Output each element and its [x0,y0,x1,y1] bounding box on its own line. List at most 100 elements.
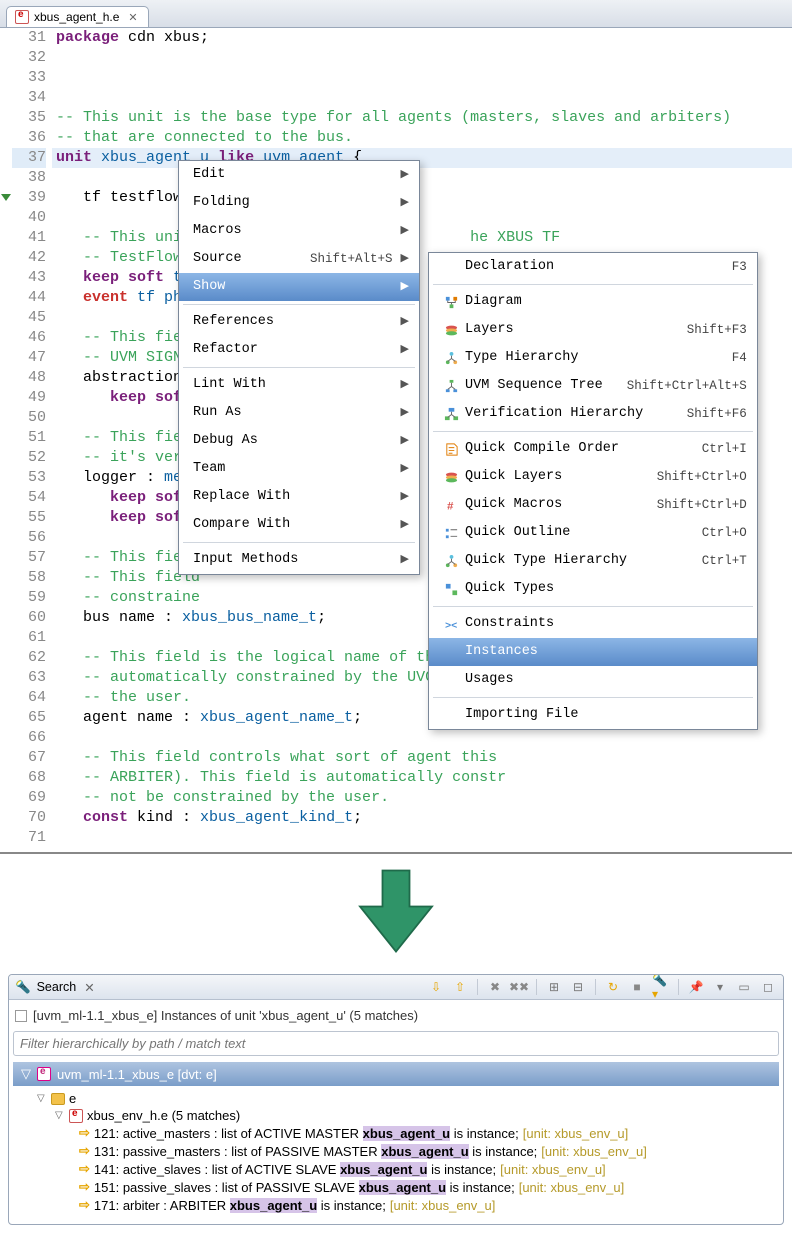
qtypes-icon [443,581,459,597]
seqtree-icon [443,378,459,394]
minimize-icon[interactable]: ▭ [735,978,753,996]
menu-item-macros[interactable]: Macros▶ [179,217,419,245]
search-toolbar: 🔦 Search ✕ ⇩ ⇧ ✖ ✖✖ ⊞ ⊟ ↻ ■ 🔦▾ 📌 ▾ ▭ ◻ [9,975,783,1000]
prev-match-icon[interactable]: ⇩ [427,978,445,996]
project-header[interactable]: ▽ uvm_ml-1.1_xbus_e [dvt: e] [13,1062,779,1086]
tab-filename: xbus_agent_h.e [34,10,119,24]
editor-tab-bar: xbus_agent_h.e ✕ [0,0,792,28]
change-marker-icon [1,194,11,201]
menu-item-folding[interactable]: Folding▶ [179,189,419,217]
menu-item-references[interactable]: References▶ [179,308,419,336]
file-label: xbus_env_h.e (5 matches) [87,1108,240,1123]
menu-item-team[interactable]: Team▶ [179,455,419,483]
close-icon[interactable]: ✕ [128,11,137,24]
diagram-icon [443,294,459,310]
context-menu[interactable]: Edit▶Folding▶Macros▶SourceShift+Alt+S▶Sh… [178,160,420,575]
search-match-row[interactable]: ⇨ 131: passive_masters : list of PASSIVE… [19,1142,779,1160]
code-editor[interactable]: 3132333435363738394041424344454647484950… [0,28,792,854]
svg-text:><: >< [444,620,456,632]
stop-icon[interactable]: ■ [628,978,646,996]
match-arrow-icon: ⇨ [79,1125,90,1141]
submenu-item-constraints[interactable]: ><Constraints [429,610,757,638]
twisty-icon[interactable]: ▽ [55,1110,65,1121]
submenu-item-verification-hierarchy[interactable]: Verification HierarchyShift+F6 [429,400,757,428]
menu-item-edit[interactable]: Edit▶ [179,161,419,189]
menu-item-debug-as[interactable]: Debug As▶ [179,427,419,455]
flow-arrow-icon [0,854,792,974]
menu-item-source[interactable]: SourceShift+Alt+S▶ [179,245,419,273]
submenu-item-quick-types[interactable]: Quick Types [429,575,757,603]
submenu-item-declaration[interactable]: DeclarationF3 [429,253,757,281]
verh-icon [443,406,459,422]
next-match-icon[interactable]: ⇧ [451,978,469,996]
search-filter-input[interactable] [13,1031,779,1056]
expand-all-icon[interactable]: ⊞ [545,978,563,996]
svg-text:#: # [446,501,453,513]
view-menu-icon[interactable]: ▾ [711,978,729,996]
submenu-item-quick-macros[interactable]: #Quick MacrosShift+Ctrl+D [429,491,757,519]
search-icon: 🔦 [15,980,31,995]
submenu-item-quick-outline[interactable]: Quick OutlineCtrl+O [429,519,757,547]
e-file-icon [15,10,29,24]
remove-all-icon[interactable]: ✖✖ [510,978,528,996]
submenu-item-diagram[interactable]: Diagram [429,288,757,316]
typeh-icon [443,350,459,366]
twisty-icon[interactable]: ▽ [37,1093,47,1104]
layers-icon [443,322,459,338]
qcompile-icon [443,441,459,457]
menu-item-replace-with[interactable]: Replace With▶ [179,483,419,511]
search-summary-text: [uvm_ml-1.1_xbus_e] Instances of unit 'x… [33,1008,418,1023]
twisty-icon[interactable]: ▽ [21,1066,31,1082]
qoutline-icon [443,525,459,541]
qlayers-icon [443,469,459,485]
show-submenu[interactable]: DeclarationF3 DiagramLayersShift+F3Type H… [428,252,758,730]
submenu-item-importing-file[interactable]: Importing File [429,701,757,729]
submenu-item-layers[interactable]: LayersShift+F3 [429,316,757,344]
marker-column [0,28,12,848]
search-tree: ▽ e ▽ xbus_env_h.e (5 matches) ⇨ 121: ac… [13,1086,779,1220]
submenu-item-quick-compile-order[interactable]: Quick Compile OrderCtrl+I [429,435,757,463]
search-match-row[interactable]: ⇨ 141: active_slaves : list of ACTIVE SL… [19,1160,779,1178]
menu-item-compare-with[interactable]: Compare With▶ [179,511,419,539]
search-view: 🔦 Search ✕ ⇩ ⇧ ✖ ✖✖ ⊞ ⊟ ↻ ■ 🔦▾ 📌 ▾ ▭ ◻ [… [8,974,784,1225]
summary-checkbox-icon[interactable] [15,1010,27,1022]
match-arrow-icon: ⇨ [79,1161,90,1177]
search-match-row[interactable]: ⇨ 121: active_masters : list of ACTIVE M… [19,1124,779,1142]
maximize-icon[interactable]: ◻ [759,978,777,996]
history-icon[interactable]: 🔦▾ [652,978,670,996]
folder-icon [51,1093,65,1105]
project-name: uvm_ml-1.1_xbus_e [dvt: e] [57,1067,217,1082]
blank-icon [443,672,459,688]
submenu-item-quick-type-hierarchy[interactable]: Quick Type HierarchyCtrl+T [429,547,757,575]
qmacros-icon: # [443,497,459,513]
qtypeh-icon [443,553,459,569]
match-arrow-icon: ⇨ [79,1143,90,1159]
editor-tab-active[interactable]: xbus_agent_h.e ✕ [6,6,149,27]
menu-item-input-methods[interactable]: Input Methods▶ [179,546,419,574]
folder-row[interactable]: ▽ e [19,1090,779,1107]
search-tab-close-icon[interactable]: ✕ [84,980,94,995]
search-match-row[interactable]: ⇨ 151: passive_slaves : list of PASSIVE … [19,1178,779,1196]
menu-item-show[interactable]: Show▶ [179,273,419,301]
menu-item-lint-with[interactable]: Lint With▶ [179,371,419,399]
submenu-item-quick-layers[interactable]: Quick LayersShift+Ctrl+O [429,463,757,491]
search-match-row[interactable]: ⇨ 171: arbiter : ARBITER xbus_agent_u is… [19,1196,779,1214]
submenu-item-instances[interactable]: Instances [429,638,757,666]
search-tab-title: Search [37,980,77,994]
menu-item-run-as[interactable]: Run As▶ [179,399,419,427]
line-gutter: 3132333435363738394041424344454647484950… [12,28,52,848]
submenu-item-uvm-sequence-tree[interactable]: UVM Sequence TreeShift+Ctrl+Alt+S [429,372,757,400]
file-row[interactable]: ▽ xbus_env_h.e (5 matches) [19,1107,779,1124]
match-arrow-icon: ⇨ [79,1197,90,1213]
match-arrow-icon: ⇨ [79,1179,90,1195]
pin-icon[interactable]: 📌 [687,978,705,996]
remove-match-icon[interactable]: ✖ [486,978,504,996]
menu-item-refactor[interactable]: Refactor▶ [179,336,419,364]
e-file-icon [69,1109,83,1123]
blank-icon [443,707,459,723]
submenu-item-usages[interactable]: Usages [429,666,757,694]
submenu-item-type-hierarchy[interactable]: Type HierarchyF4 [429,344,757,372]
collapse-all-icon[interactable]: ⊟ [569,978,587,996]
blank-icon [443,259,459,275]
run-again-icon[interactable]: ↻ [604,978,622,996]
